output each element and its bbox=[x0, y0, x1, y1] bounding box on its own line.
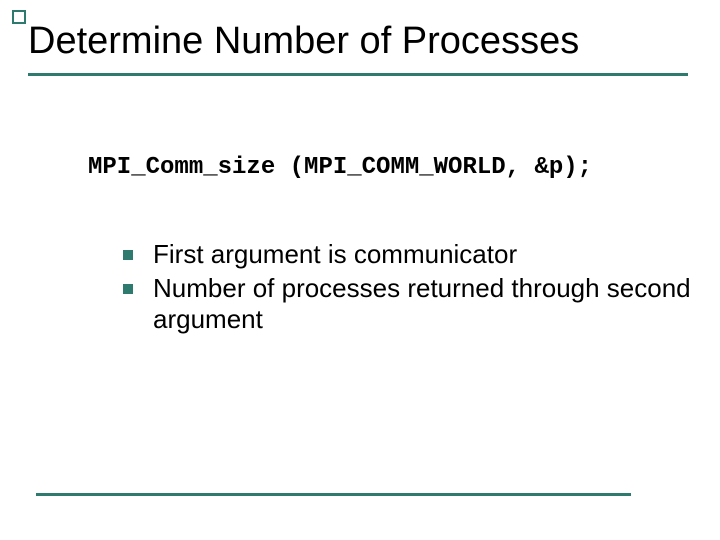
bullet-item: Number of processes returned through sec… bbox=[123, 273, 692, 336]
title-underline bbox=[28, 73, 688, 76]
code-snippet: MPI_Comm_size (MPI_COMM_WORLD, &p); bbox=[88, 154, 692, 181]
bottom-rule bbox=[36, 493, 631, 496]
bullet-list: First argument is communicator Number of… bbox=[123, 239, 692, 336]
bullet-item: First argument is communicator bbox=[123, 239, 692, 271]
corner-decoration bbox=[12, 10, 26, 24]
slide-title: Determine Number of Processes bbox=[28, 20, 692, 63]
slide: Determine Number of Processes MPI_Comm_s… bbox=[0, 0, 720, 540]
